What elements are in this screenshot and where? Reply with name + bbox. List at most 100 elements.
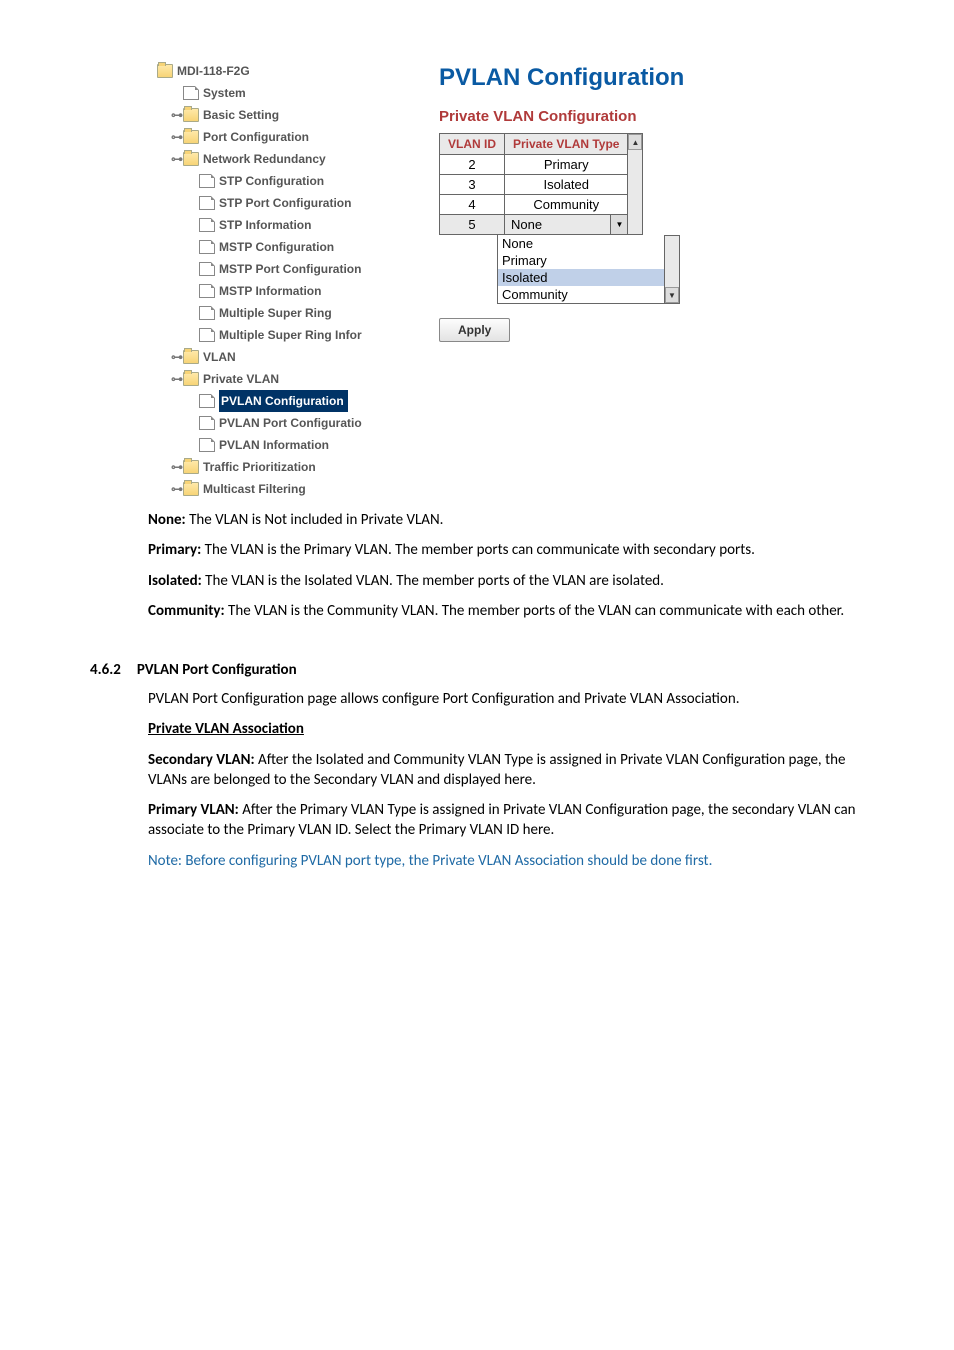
section-title: PVLAN Port Configuration <box>137 661 297 679</box>
app-screenshot: MDI-118-F2G System ⊶ Basic Setting ⊶Port … <box>157 60 797 500</box>
cell-vlan-id: 3 <box>440 175 505 195</box>
cell-vlan-id: 2 <box>440 155 505 175</box>
tree-root[interactable]: MDI-118-F2G <box>157 60 427 82</box>
tree-label: Traffic Prioritization <box>203 460 316 474</box>
term-community: Community: <box>148 602 225 620</box>
text-none: The VLAN is Not included in Private VLAN… <box>186 511 444 529</box>
tree-label: Network Redundancy <box>203 152 326 166</box>
tree-item-port-configuration[interactable]: ⊶Port Configuration <box>157 126 427 148</box>
toggle-icon[interactable]: ⊶ <box>171 372 183 386</box>
col-header-vlan-id: VLAN ID <box>440 134 505 155</box>
tree-label: Multiple Super Ring Infor <box>219 328 362 342</box>
table-row[interactable]: 5 None ▼ <box>440 215 643 235</box>
vlan-type-dropdown[interactable]: None Primary Isolated Community <box>497 235 665 304</box>
folder-icon <box>157 64 173 78</box>
table-row[interactable]: 3 Isolated <box>440 175 643 195</box>
tree-label: MSTP Port Configuration <box>219 262 361 276</box>
assoc-heading: Private VLAN Association <box>148 719 864 739</box>
folder-icon <box>183 482 199 496</box>
folder-icon <box>183 130 199 144</box>
toggle-icon[interactable]: ⊶ <box>171 130 183 144</box>
col-header-type: Private VLAN Type <box>505 134 628 155</box>
tree-item-pvlan-port-configuration[interactable]: PVLAN Port Configuratio <box>157 412 427 434</box>
page-icon <box>199 306 215 320</box>
tree-label: Multicast Filtering <box>203 482 306 496</box>
tree-label: PVLAN Port Configuratio <box>219 416 362 430</box>
tree-label: Multiple Super Ring <box>219 306 332 320</box>
term-primary: Primary: <box>148 541 201 559</box>
folder-icon <box>183 460 199 474</box>
page-title: PVLAN Configuration <box>439 64 797 92</box>
section-heading: 4.6.2 PVLAN Port Configuration <box>90 661 864 679</box>
tree-item-network-redundancy[interactable]: ⊶ Network Redundancy <box>157 148 427 170</box>
folder-icon <box>183 372 199 386</box>
body-text: None: The VLAN is Not included in Privat… <box>90 510 864 621</box>
tree-label: PVLAN Configuration <box>221 394 344 408</box>
tree-item-multiple-super-ring[interactable]: Multiple Super Ring <box>157 302 427 324</box>
folder-icon <box>183 108 199 122</box>
scroll-up-button[interactable]: ▲ <box>628 134 642 150</box>
page-icon <box>199 174 215 188</box>
tree-item-traffic-prioritization[interactable]: ⊶ Traffic Prioritization <box>157 456 427 478</box>
tree-label: STP Port Configuration <box>219 196 351 210</box>
toggle-icon[interactable]: ⊶ <box>171 108 183 122</box>
tree-root-label: MDI-118-F2G <box>177 64 250 78</box>
text-primary-vlan: After the Primary VLAN Type is assigned … <box>148 801 856 839</box>
tree-item-stp-information[interactable]: STP Information <box>157 214 427 236</box>
page-icon <box>199 196 215 210</box>
tree-item-pvlan-configuration[interactable]: PVLAN Configuration <box>219 390 348 412</box>
term-none: None: <box>148 511 186 529</box>
tree-item-system[interactable]: System <box>157 82 427 104</box>
page-icon <box>199 284 215 298</box>
term-isolated: Isolated: <box>148 572 202 590</box>
tree-item-mstp-configuration[interactable]: MSTP Configuration <box>157 236 427 258</box>
scroll-down-button[interactable]: ▼ <box>665 287 679 303</box>
tree-item-pvlan-information[interactable]: PVLAN Information <box>157 434 427 456</box>
toggle-icon[interactable]: ⊶ <box>171 152 183 166</box>
cell-vlan-type: Community <box>505 195 628 215</box>
tree-item-stp-configuration[interactable]: STP Configuration <box>157 170 427 192</box>
page-icon <box>199 394 215 408</box>
tree-item-mstp-port-configuration[interactable]: MSTP Port Configuration <box>157 258 427 280</box>
dropdown-option[interactable]: Primary <box>498 252 664 269</box>
text-primary: The VLAN is the Primary VLAN. The member… <box>201 541 755 559</box>
text-isolated: The VLAN is the Isolated VLAN. The membe… <box>202 572 664 590</box>
tree-item-basic-setting[interactable]: ⊶ Basic Setting <box>157 104 427 126</box>
toggle-icon[interactable]: ⊶ <box>171 482 183 496</box>
text-community: The VLAN is the Community VLAN. The memb… <box>225 602 845 620</box>
section-intro: PVLAN Port Configuration page allows con… <box>148 689 864 709</box>
page-icon <box>199 438 215 452</box>
toggle-icon[interactable]: ⊶ <box>171 350 183 364</box>
nav-tree: MDI-118-F2G System ⊶ Basic Setting ⊶Port … <box>157 60 427 500</box>
tree-label: VLAN <box>203 350 236 364</box>
cell-vlan-type: Primary <box>505 155 628 175</box>
tree-item-vlan[interactable]: ⊶ VLAN <box>157 346 427 368</box>
vlan-type-select[interactable]: None ▼ <box>505 215 627 234</box>
toggle-icon[interactable]: ⊶ <box>171 460 183 474</box>
cell-vlan-id: 4 <box>440 195 505 215</box>
pvlan-table: VLAN ID Private VLAN Type ▲ 2 Primary 3 … <box>439 133 643 235</box>
tree-item-multicast-filtering[interactable]: ⊶ Multicast Filtering <box>157 478 427 500</box>
note-text: Note: Before configuring PVLAN port type… <box>148 851 864 871</box>
tree-item-multiple-super-ring-info[interactable]: Multiple Super Ring Infor <box>157 324 427 346</box>
apply-button[interactable]: Apply <box>439 318 510 342</box>
table-row[interactable]: 2 Primary <box>440 155 643 175</box>
cell-vlan-id: 5 <box>440 215 505 235</box>
section-number: 4.6.2 <box>90 661 121 679</box>
tree-label: System <box>203 86 246 100</box>
tree-item-private-vlan[interactable]: ⊶Private VLAN <box>157 368 427 390</box>
tree-label: Basic Setting <box>203 108 279 122</box>
page-icon <box>199 240 215 254</box>
dropdown-option[interactable]: None <box>498 235 664 252</box>
section-subtitle: Private VLAN Configuration <box>439 108 797 125</box>
term-primary-vlan: Primary VLAN: <box>148 801 239 819</box>
folder-icon <box>183 152 199 166</box>
dropdown-option[interactable]: Isolated <box>498 269 664 286</box>
tree-label: STP Configuration <box>219 174 324 188</box>
dropdown-option[interactable]: Community <box>498 286 664 303</box>
page-icon <box>199 328 215 342</box>
term-secondary-vlan: Secondary VLAN: <box>148 751 255 769</box>
tree-item-stp-port-configuration[interactable]: STP Port Configuration <box>157 192 427 214</box>
table-row[interactable]: 4 Community <box>440 195 643 215</box>
tree-item-mstp-information[interactable]: MSTP Information <box>157 280 427 302</box>
